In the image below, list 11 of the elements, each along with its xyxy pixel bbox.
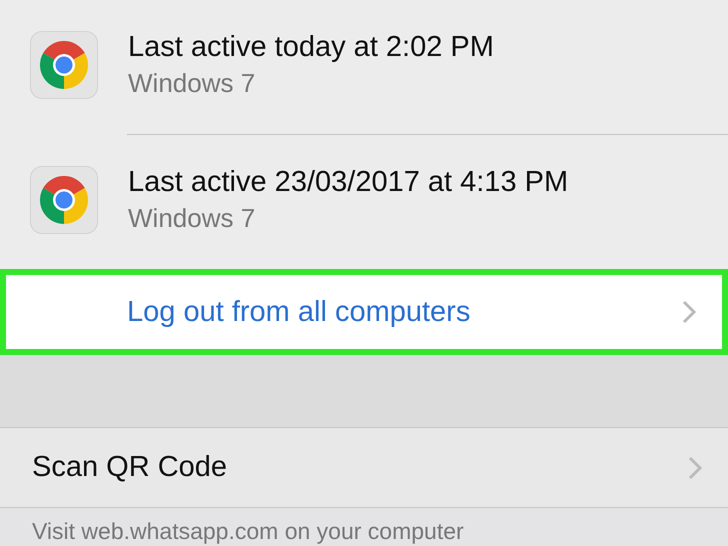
chevron-icon — [682, 300, 696, 324]
session-subtitle: Windows 7 — [128, 68, 256, 99]
session-title: Last active 23/03/2017 at 4:13 PM — [128, 166, 568, 199]
footer-hint: Visit web.whatsapp.com on your computer — [31, 517, 465, 545]
scan-qr-button[interactable]: Scan QR Code — [0, 428, 728, 508]
logout-all-button[interactable]: Log out from all computers — [0, 269, 728, 355]
chevron-icon — [688, 456, 702, 480]
session-subtitle: Windows 7 — [128, 203, 256, 234]
circle-logo-icon — [40, 41, 88, 89]
session-title: Last active today at 2:02 PM — [128, 31, 494, 64]
circle-logo-icon — [40, 176, 88, 224]
